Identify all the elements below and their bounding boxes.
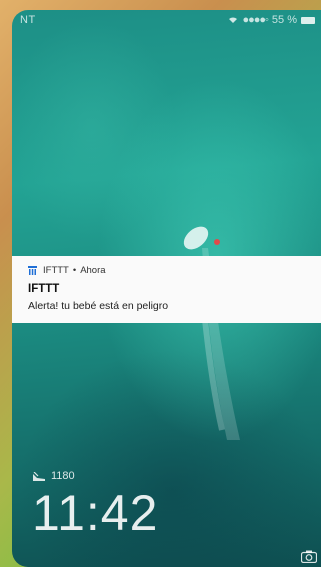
battery-icon xyxy=(301,16,315,24)
notification-text: Alerta! tu bebé está en peligro xyxy=(28,300,169,312)
device-frame: NT ●●●●◦ 55 % IFTTT • Ahora IFTTT Alerta… xyxy=(0,0,321,567)
lock-clock: 11:42 xyxy=(32,485,159,541)
notification-title: IFTTT xyxy=(28,283,60,295)
battery-percent: 55 % xyxy=(271,14,297,26)
step-counter: 1180 xyxy=(32,470,75,482)
ifttt-icon xyxy=(28,266,37,275)
notification-header: IFTTT • Ahora xyxy=(28,265,106,276)
status-indicators: ●●●●◦ 55 % xyxy=(228,14,315,26)
shoe-icon xyxy=(33,471,45,481)
notification-separator: • xyxy=(72,265,77,276)
camera-icon[interactable] xyxy=(301,550,317,563)
wifi-icon xyxy=(229,17,238,23)
lock-screen: NT ●●●●◦ 55 % IFTTT • Ahora IFTTT Alerta… xyxy=(12,10,321,567)
carrier-label: NT xyxy=(20,14,36,26)
notification-card[interactable]: IFTTT • Ahora IFTTT Alerta! tu bebé está… xyxy=(12,256,321,323)
step-count: 1180 xyxy=(51,470,75,482)
notification-time: Ahora xyxy=(80,265,106,276)
signal-icon: ●●●●◦ xyxy=(242,14,269,26)
notification-app-name: IFTTT xyxy=(43,265,69,276)
status-bar: NT ●●●●◦ 55 % xyxy=(12,12,321,30)
